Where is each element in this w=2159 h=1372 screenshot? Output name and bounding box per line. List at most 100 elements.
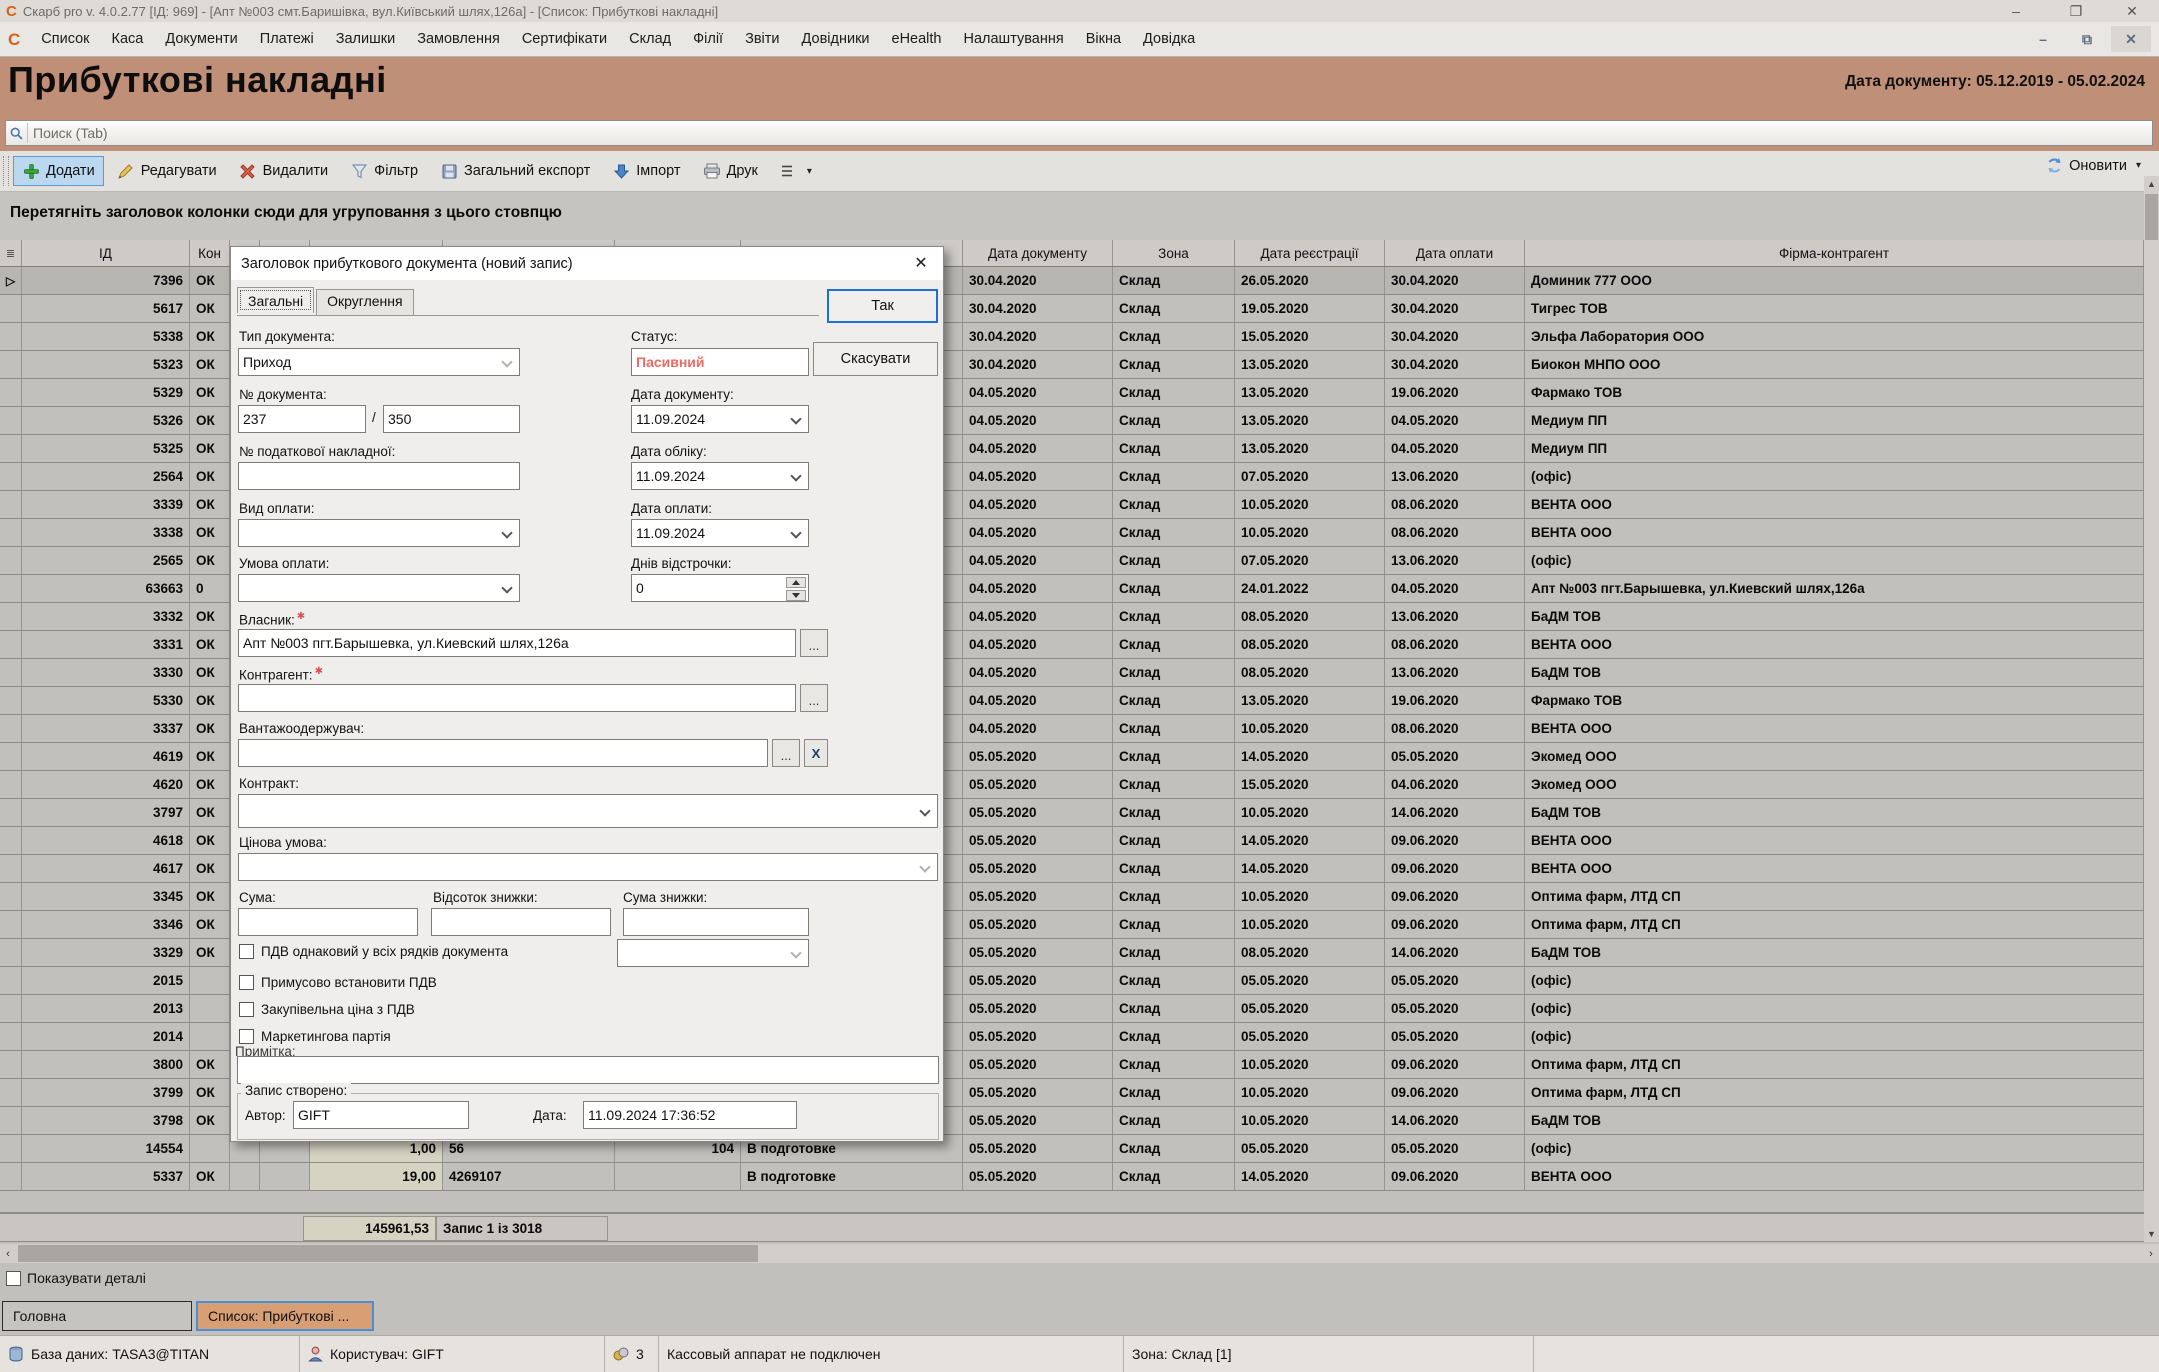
menu-item-філії[interactable]: Філії (682, 27, 734, 51)
discount-percent-input[interactable] (431, 908, 611, 936)
menu-item-довідка[interactable]: Довідка (1132, 27, 1206, 51)
toolbar-button-фільтр[interactable]: Фільтр (341, 156, 427, 186)
stepper-up-icon[interactable] (786, 577, 806, 588)
toolbar-button-видалити[interactable]: Видалити (230, 156, 338, 186)
toolbar-button-загальний-експорт[interactable]: Загальний експорт (431, 156, 599, 186)
table-row[interactable]: 5337ОК19,004269107В подготовке05.05.2020… (0, 1163, 2144, 1191)
vertical-scrollbar-thumb[interactable] (2145, 194, 2158, 240)
toolbar-button-редагувати[interactable]: Редагувати (108, 156, 226, 186)
scroll-up-icon[interactable]: ▲ (2144, 176, 2159, 192)
refresh-button[interactable]: Оновити ▾ (2046, 157, 2141, 174)
delay-days-stepper[interactable]: 0 (631, 574, 809, 602)
doc-date-combo[interactable]: 11.09.2024 (631, 405, 809, 433)
price-condition-combo[interactable] (238, 853, 938, 881)
contractor-lookup-button[interactable]: ... (800, 684, 828, 712)
consignee-input[interactable] (238, 739, 768, 767)
note-input[interactable] (237, 1056, 939, 1084)
toolbar-button-імпорт[interactable]: Імпорт (603, 156, 689, 186)
column-header-pay_date[interactable]: Дата оплати (1385, 240, 1525, 266)
tax-invoice-input[interactable] (238, 462, 520, 490)
payment-term-combo[interactable] (238, 574, 520, 602)
contractor-input[interactable] (238, 684, 796, 712)
ok-button[interactable]: Так (827, 289, 938, 323)
discount-sum-input[interactable] (623, 908, 809, 936)
sum-input[interactable] (238, 908, 418, 936)
purchase-vat-checkbox[interactable] (239, 1002, 254, 1017)
menu-item-каса[interactable]: Каса (101, 27, 155, 51)
toolbar-button-друк[interactable]: Друк (694, 156, 767, 186)
scroll-left-icon[interactable]: ‹ (0, 1244, 16, 1263)
scroll-down-icon[interactable]: ▼ (2144, 1226, 2159, 1242)
menu-item-звіти[interactable]: Звіти (734, 27, 790, 51)
menu-item-склад[interactable]: Склад (618, 27, 682, 51)
consignee-clear-button[interactable]: X (804, 739, 828, 767)
menu-item-сертифікати[interactable]: Сертифікати (511, 27, 618, 51)
tab-home[interactable]: Головна (2, 1301, 192, 1331)
cancel-button[interactable]: Скасувати (813, 342, 938, 376)
column-header-doc_date[interactable]: Дата документу (963, 240, 1113, 266)
vat-same-checkbox-row[interactable]: ПДВ однаковий у всіх рядків документа (239, 944, 508, 959)
menu-item-платежі[interactable]: Платежі (249, 27, 325, 51)
mdi-minimize-button[interactable]: – (2023, 26, 2063, 52)
toolbar-button-додати[interactable]: Додати (13, 156, 104, 186)
group-by-area[interactable]: Перетягніть заголовок колонки сюди для у… (0, 192, 2159, 240)
doc-type-combo[interactable]: Приход (238, 348, 520, 376)
search-input[interactable] (28, 125, 2152, 141)
column-header-firm[interactable]: Фірма-контрагент (1525, 240, 2144, 266)
purchase-vat-checkbox-row[interactable]: Закупівельна ціна з ПДВ (239, 1002, 415, 1017)
stepper-down-icon[interactable] (786, 590, 806, 601)
mdi-close-button[interactable]: ✕ (2111, 26, 2151, 52)
scroll-right-icon[interactable]: › (2143, 1244, 2159, 1263)
menu-item-ehealth[interactable]: eHealth (881, 27, 953, 51)
payment-kind-combo[interactable] (238, 519, 520, 547)
horizontal-scrollbar-thumb[interactable] (18, 1245, 758, 1262)
menu-item-вікна[interactable]: Вікна (1075, 27, 1132, 51)
doc-number-input-1[interactable] (238, 405, 366, 433)
vat-force-checkbox[interactable] (239, 975, 254, 990)
toolbar-button-view[interactable]: ▾ (771, 156, 821, 186)
menu-item-налаштування[interactable]: Налаштування (953, 27, 1075, 51)
owner-input[interactable] (238, 629, 796, 657)
toolbar-grip[interactable] (3, 156, 9, 186)
marketing-checkbox-row[interactable]: Маркетингова партія (239, 1029, 391, 1044)
column-header-reg_date[interactable]: Дата реєстрації (1235, 240, 1385, 266)
dropdown-caret-icon[interactable]: ▾ (807, 166, 812, 177)
tab-list-incoming[interactable]: Список: Прибуткові ... (196, 1301, 374, 1331)
refresh-dropdown-icon[interactable]: ▾ (2136, 160, 2141, 171)
menu-item-замовлення[interactable]: Замовлення (406, 27, 511, 51)
minimize-button[interactable]: – (1993, 0, 2039, 22)
mdi-restore-button[interactable]: ⧉ (2067, 26, 2107, 52)
column-header-id[interactable]: ІД (22, 240, 190, 266)
doc-number-input-2[interactable] (383, 405, 520, 433)
dialog-titlebar[interactable]: Заголовок прибуткового документа (новий … (231, 247, 943, 280)
contract-combo[interactable] (238, 794, 938, 828)
vat-same-combo[interactable] (617, 939, 809, 967)
owner-lookup-button[interactable]: ... (800, 629, 828, 657)
dialog-tab-general[interactable]: Загальні (237, 287, 314, 313)
show-details-toggle[interactable]: Показувати деталі (6, 1270, 146, 1286)
menu-item-довідники[interactable]: Довідники (791, 27, 881, 51)
menu-item-список[interactable]: Список (30, 27, 100, 51)
column-header-zone[interactable]: Зона (1113, 240, 1235, 266)
payment-date-combo[interactable]: 11.09.2024 (631, 519, 809, 547)
close-button[interactable]: ✕ (2109, 0, 2155, 22)
created-date-input[interactable] (583, 1101, 797, 1129)
vat-force-checkbox-row[interactable]: Примусово встановити ПДВ (239, 975, 437, 990)
consignee-lookup-button[interactable]: ... (772, 739, 800, 767)
column-header-ind[interactable]: ≣ (0, 240, 22, 266)
dialog-close-icon[interactable]: ✕ (907, 251, 935, 275)
restore-button[interactable]: ❐ (2053, 0, 2099, 22)
stepper-buttons[interactable] (786, 577, 806, 601)
menu-item-документи[interactable]: Документи (154, 27, 248, 51)
menu-item-залишки[interactable]: Залишки (325, 27, 406, 51)
account-date-combo[interactable]: 11.09.2024 (631, 462, 809, 490)
vertical-scrollbar[interactable]: ▲ ▼ (2144, 176, 2159, 1242)
horizontal-scrollbar[interactable]: ‹ › (0, 1244, 2159, 1263)
search-box[interactable] (5, 120, 2153, 146)
dialog-tab-rounding[interactable]: Округлення (316, 289, 413, 315)
show-details-checkbox[interactable] (6, 1271, 21, 1286)
column-header-kon[interactable]: Кон (190, 240, 230, 266)
vat-same-checkbox[interactable] (239, 944, 254, 959)
author-input[interactable] (293, 1101, 469, 1129)
marketing-checkbox[interactable] (239, 1029, 254, 1044)
